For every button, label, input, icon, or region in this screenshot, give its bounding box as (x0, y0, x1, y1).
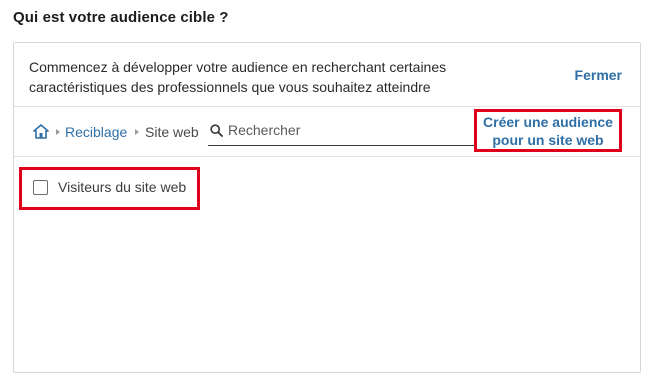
option-highlight: Visiteurs du site web (19, 167, 200, 210)
home-icon[interactable] (33, 124, 49, 139)
chevron-right-icon (135, 129, 139, 135)
website-visitors-label[interactable]: Visiteurs du site web (58, 179, 186, 195)
close-link[interactable]: Fermer (575, 67, 622, 83)
create-audience-line-1: Créer une audience (483, 114, 613, 130)
audience-panel: Commencez à développer votre audience en… (13, 42, 641, 373)
search-input[interactable] (228, 118, 468, 142)
breadcrumb-item-site-web: Site web (145, 124, 199, 140)
section-title: Qui est votre audience cible ? (13, 9, 229, 26)
intro-text: Commencez à développer votre audience en… (29, 59, 447, 95)
search-field (208, 116, 474, 146)
breadcrumb-item-reciblage[interactable]: Reciblage (65, 124, 127, 140)
create-audience-highlight: Créer une audience pour un site web (474, 109, 622, 152)
create-audience-link[interactable]: Créer une audience pour un site web (477, 112, 619, 149)
navigation-row: Reciblage Site web Créer une audience po… (14, 107, 640, 157)
intro-bar: Commencez à développer votre audience en… (14, 43, 640, 107)
chevron-right-icon (56, 129, 60, 135)
search-icon (210, 124, 223, 137)
website-visitors-checkbox[interactable] (33, 180, 48, 195)
create-audience-line-2: pour un site web (492, 132, 604, 148)
